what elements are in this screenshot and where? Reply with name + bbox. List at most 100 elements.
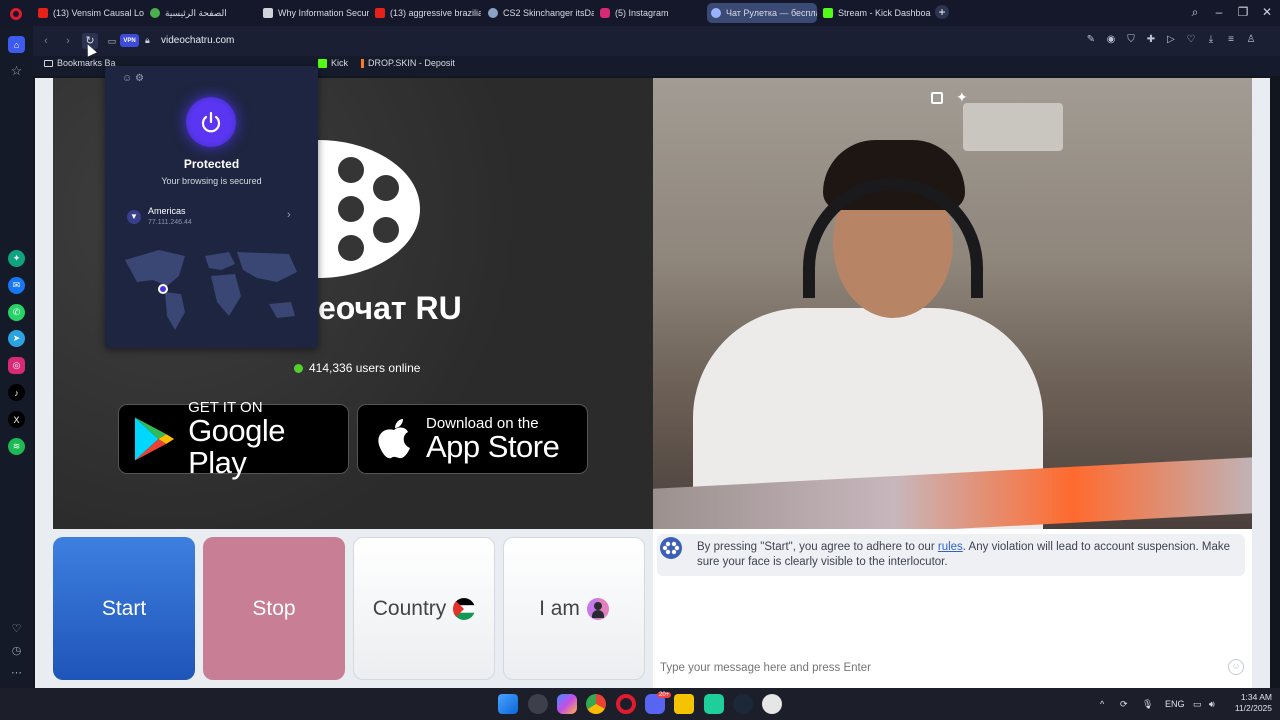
air-conditioner xyxy=(963,103,1063,151)
world-map-icon xyxy=(125,250,297,330)
download-icon[interactable]: ⤓ xyxy=(1204,34,1218,45)
telegram-icon[interactable]: ➤ xyxy=(8,330,25,347)
apple-icon xyxy=(378,419,410,459)
online-dot-icon xyxy=(294,363,303,373)
close-icon[interactable]: ✕ xyxy=(1259,5,1275,19)
vpn-status-sub: Your browsing is secured xyxy=(161,176,262,186)
country-button[interactable]: Country xyxy=(353,537,495,680)
site-logo-icon xyxy=(318,140,420,278)
extension-icon[interactable]: ✚ xyxy=(1144,34,1158,45)
tab-youtube-brazilian[interactable]: (13) aggressive brazilian p xyxy=(371,3,481,23)
tab-vensim[interactable]: (13) Vensim Causal Loop D xyxy=(34,3,144,23)
vpn-region-icon: ▼ xyxy=(127,210,141,224)
site-badge-icon xyxy=(660,537,682,559)
opera-icon[interactable] xyxy=(616,694,636,714)
message-input[interactable] xyxy=(653,656,1252,680)
vpn-status: Protected xyxy=(183,157,240,171)
kick-icon xyxy=(823,8,833,18)
youtube-icon xyxy=(375,8,385,18)
opera-logo-icon[interactable] xyxy=(10,8,22,20)
search-tabs-icon[interactable]: ⌕ xyxy=(1187,5,1203,20)
doc-icon xyxy=(263,8,273,18)
bookmark-dropskin[interactable]: DROP.SKIN - Deposit xyxy=(361,58,455,68)
minimize-icon[interactable]: – xyxy=(1211,5,1227,19)
more-icon[interactable]: ⋯ xyxy=(8,664,25,681)
taskbar xyxy=(0,688,1280,720)
tab-info-security[interactable]: Why Information Security xyxy=(259,3,369,23)
obs-icon[interactable] xyxy=(762,694,782,714)
vpn-ip: 77.111.246.44 xyxy=(148,219,192,226)
instagram-icon xyxy=(600,8,610,18)
tab-cs2-skinchanger[interactable]: CS2 Skinchanger itsDaBoR xyxy=(484,3,594,23)
home-icon[interactable]: ⌂ xyxy=(8,36,25,53)
emoji-icon[interactable]: ☺ xyxy=(1228,659,1244,675)
whatsapp-icon[interactable]: ✆ xyxy=(8,304,25,321)
tiktok-icon[interactable]: ♪ xyxy=(8,384,25,401)
gear-icon xyxy=(711,8,721,18)
heart-icon[interactable]: ♡ xyxy=(1184,34,1198,45)
partner-video xyxy=(653,78,1252,529)
snapshot-icon[interactable]: ▭ xyxy=(104,33,120,49)
mic-icon[interactable]: 🎙︎ xyxy=(1142,699,1153,710)
bookmark-kick[interactable]: Kick xyxy=(318,58,348,68)
app-green-icon[interactable] xyxy=(704,694,724,714)
steam-icon[interactable] xyxy=(733,694,753,714)
site-title: еочат RU xyxy=(318,290,462,326)
chrome-icon[interactable] xyxy=(586,694,606,714)
app-store-button[interactable]: Download on the App Store xyxy=(357,404,588,474)
task-view-icon[interactable] xyxy=(528,694,548,714)
url-text[interactable]: videochatru.com xyxy=(161,35,234,46)
network-icon[interactable]: ▭ xyxy=(1193,699,1202,710)
bookmark-folder[interactable]: Bookmarks Ba xyxy=(44,58,116,68)
vpn-power-button[interactable] xyxy=(186,97,236,147)
volume-icon[interactable]: 🔊︎ xyxy=(1209,699,1215,710)
start-button[interactable]: Start xyxy=(53,537,195,680)
app-yellow-icon[interactable] xyxy=(674,694,694,714)
vpn-badge[interactable]: VPN xyxy=(120,34,139,47)
vpn-popup: ☺ ⚙ Protected Your browsing is secured ▼… xyxy=(105,66,318,348)
clock-date: 11/2/2025 xyxy=(1234,703,1272,713)
edit-icon[interactable]: ✎ xyxy=(1084,34,1098,45)
chatgpt-icon[interactable]: ✦ xyxy=(8,250,25,267)
effects-icon[interactable]: ✦ xyxy=(956,89,968,106)
sidebar: ⌂ ☆ ✦ ✉ ✆ ➤ ◎ ♪ X ≋ ♡ ◷ ⋯ xyxy=(0,26,33,688)
google-play-button[interactable]: GET IT ON Google Play xyxy=(118,400,349,478)
rules-link[interactable]: rules xyxy=(938,541,963,553)
instagram-icon[interactable]: ◎ xyxy=(8,357,25,374)
forward-icon[interactable]: › xyxy=(60,33,76,49)
x-icon[interactable]: X xyxy=(8,411,25,428)
language-indicator[interactable]: ENG xyxy=(1165,699,1185,709)
maximize-icon[interactable]: ❐ xyxy=(1235,5,1251,19)
sync-icon[interactable]: ⟳ xyxy=(1120,699,1128,710)
star-icon[interactable]: ☆ xyxy=(8,62,25,79)
tab-instagram[interactable]: (5) Instagram xyxy=(596,3,706,23)
copilot-icon[interactable] xyxy=(557,694,577,714)
history-icon[interactable]: ◷ xyxy=(8,642,25,659)
shield-icon[interactable]: ⛉ xyxy=(1124,34,1138,45)
windows-start-icon[interactable] xyxy=(498,694,518,714)
profile-icon[interactable]: ♙ xyxy=(1244,34,1258,45)
i-am-button[interactable]: I am xyxy=(503,537,645,680)
clock[interactable]: 1:34 AM 11/2/2025 xyxy=(1226,692,1272,714)
vpn-settings-icon[interactable]: ⚙ xyxy=(135,73,144,84)
tab-arabic-home[interactable]: الصفحة الرئيسية xyxy=(146,3,256,23)
messenger-icon[interactable]: ✉ xyxy=(8,277,25,294)
fullscreen-icon[interactable] xyxy=(931,92,943,104)
stop-button[interactable]: Stop xyxy=(203,537,345,680)
tab-kick-dashboard[interactable]: Stream - Kick Dashboard xyxy=(819,3,931,23)
player-icon[interactable]: ▷ xyxy=(1164,34,1178,45)
menu-icon[interactable]: ≡ xyxy=(1224,34,1238,45)
heart-icon[interactable]: ♡ xyxy=(8,620,25,637)
dropskin-icon xyxy=(361,58,364,68)
tray-chevron-icon[interactable]: ^ xyxy=(1100,699,1104,709)
spotify-icon[interactable]: ≋ xyxy=(8,438,25,455)
lock-icon: 🔒︎ xyxy=(145,35,150,45)
back-icon[interactable]: ‹ xyxy=(38,33,54,49)
tab-chatroulette[interactable]: Чат Рулетка — бесплат xyxy=(707,3,817,23)
youtube-icon xyxy=(38,8,48,18)
vpn-region-row[interactable]: ▼ Americas 77.111.246.44 › xyxy=(124,205,299,233)
camera-icon[interactable]: ◉ xyxy=(1104,34,1118,45)
chevron-right-icon: › xyxy=(287,209,291,221)
vpn-smile-icon[interactable]: ☺ xyxy=(122,73,132,84)
new-tab-icon[interactable]: + xyxy=(935,5,949,19)
